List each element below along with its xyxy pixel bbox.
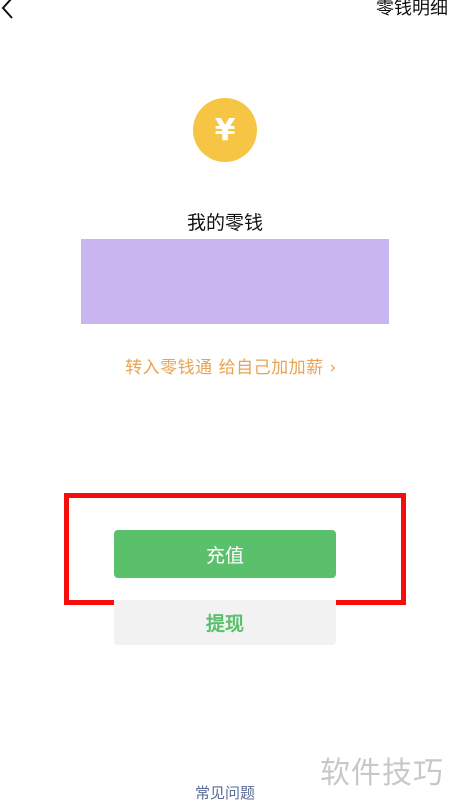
recharge-button[interactable]: 充值: [114, 530, 336, 578]
page-title: 我的零钱: [186, 212, 263, 234]
balance-redaction: [81, 239, 389, 324]
transaction-details-link[interactable]: 零钱明细: [376, 0, 448, 20]
yen-coin-icon: ¥: [193, 98, 257, 162]
withdraw-button[interactable]: 提现: [114, 600, 336, 645]
coin-symbol: ¥: [214, 112, 236, 148]
back-chevron-icon[interactable]: [0, 0, 18, 22]
faq-link[interactable]: 常见问题: [0, 782, 450, 803]
promo-link[interactable]: 转入零钱通 给自己加加薪 ›: [0, 353, 450, 378]
